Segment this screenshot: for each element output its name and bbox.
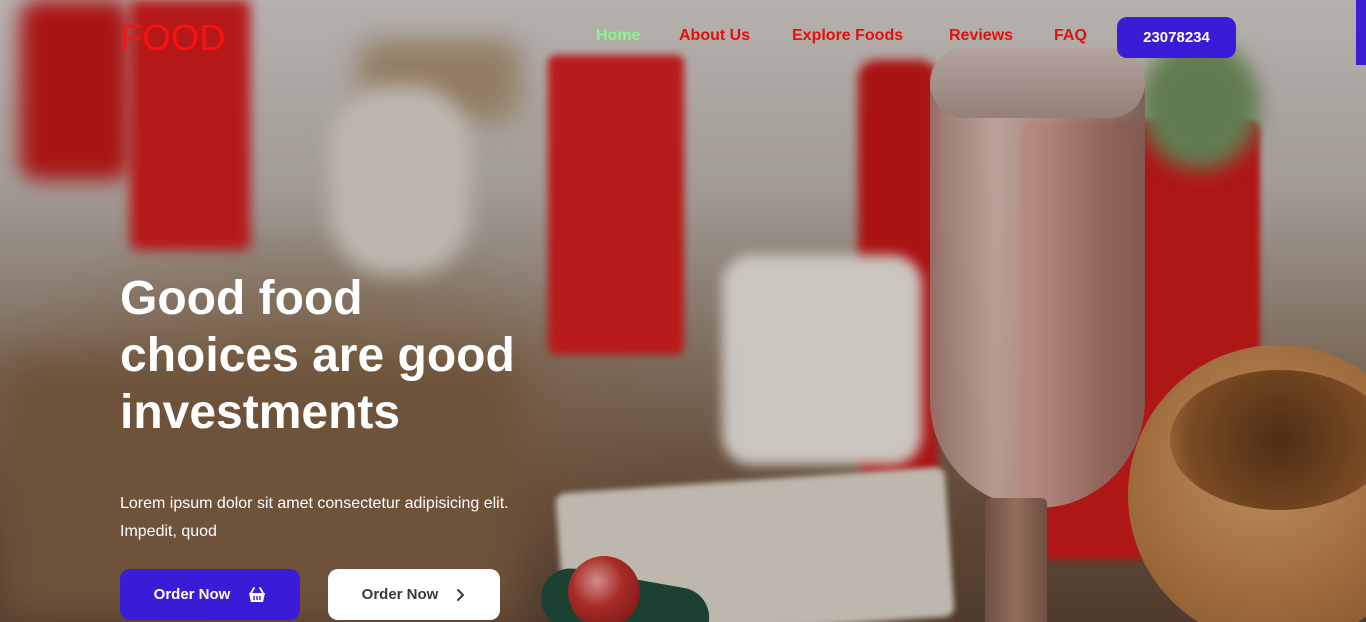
nav-link-explore-foods[interactable]: Explore Foods bbox=[792, 27, 903, 45]
nav-link-home[interactable]: Home bbox=[596, 27, 640, 45]
chevron-right-icon bbox=[456, 588, 466, 602]
basket-icon bbox=[248, 586, 266, 603]
headline-line-1: Good food bbox=[120, 272, 363, 325]
hero-headline: Good food choices are good investments bbox=[120, 270, 640, 441]
order-now-button-secondary[interactable]: Order Now bbox=[328, 569, 500, 620]
headline-line-3: investments bbox=[120, 386, 401, 439]
nav-link-faq[interactable]: FAQ bbox=[1054, 27, 1087, 45]
hero-description: Lorem ipsum dolor sit amet consectetur a… bbox=[120, 490, 590, 546]
hero-description-line-1: Lorem ipsum dolor sit amet consectetur a… bbox=[120, 495, 509, 512]
headline-line-2: choices are good bbox=[120, 329, 515, 382]
order-now-button-primary[interactable]: Order Now bbox=[120, 569, 300, 620]
scroll-indicator bbox=[1356, 0, 1366, 65]
order-now-label: Order Now bbox=[153, 586, 231, 603]
order-now-label: Order Now bbox=[361, 586, 439, 603]
phone-number-button[interactable]: 23078234 bbox=[1117, 17, 1236, 58]
nav-link-about-us[interactable]: About Us bbox=[679, 27, 750, 45]
nav-link-reviews[interactable]: Reviews bbox=[949, 27, 1013, 45]
hero-description-line-2: Impedit, quod bbox=[120, 523, 217, 540]
site-logo[interactable]: FOOD bbox=[120, 17, 226, 59]
